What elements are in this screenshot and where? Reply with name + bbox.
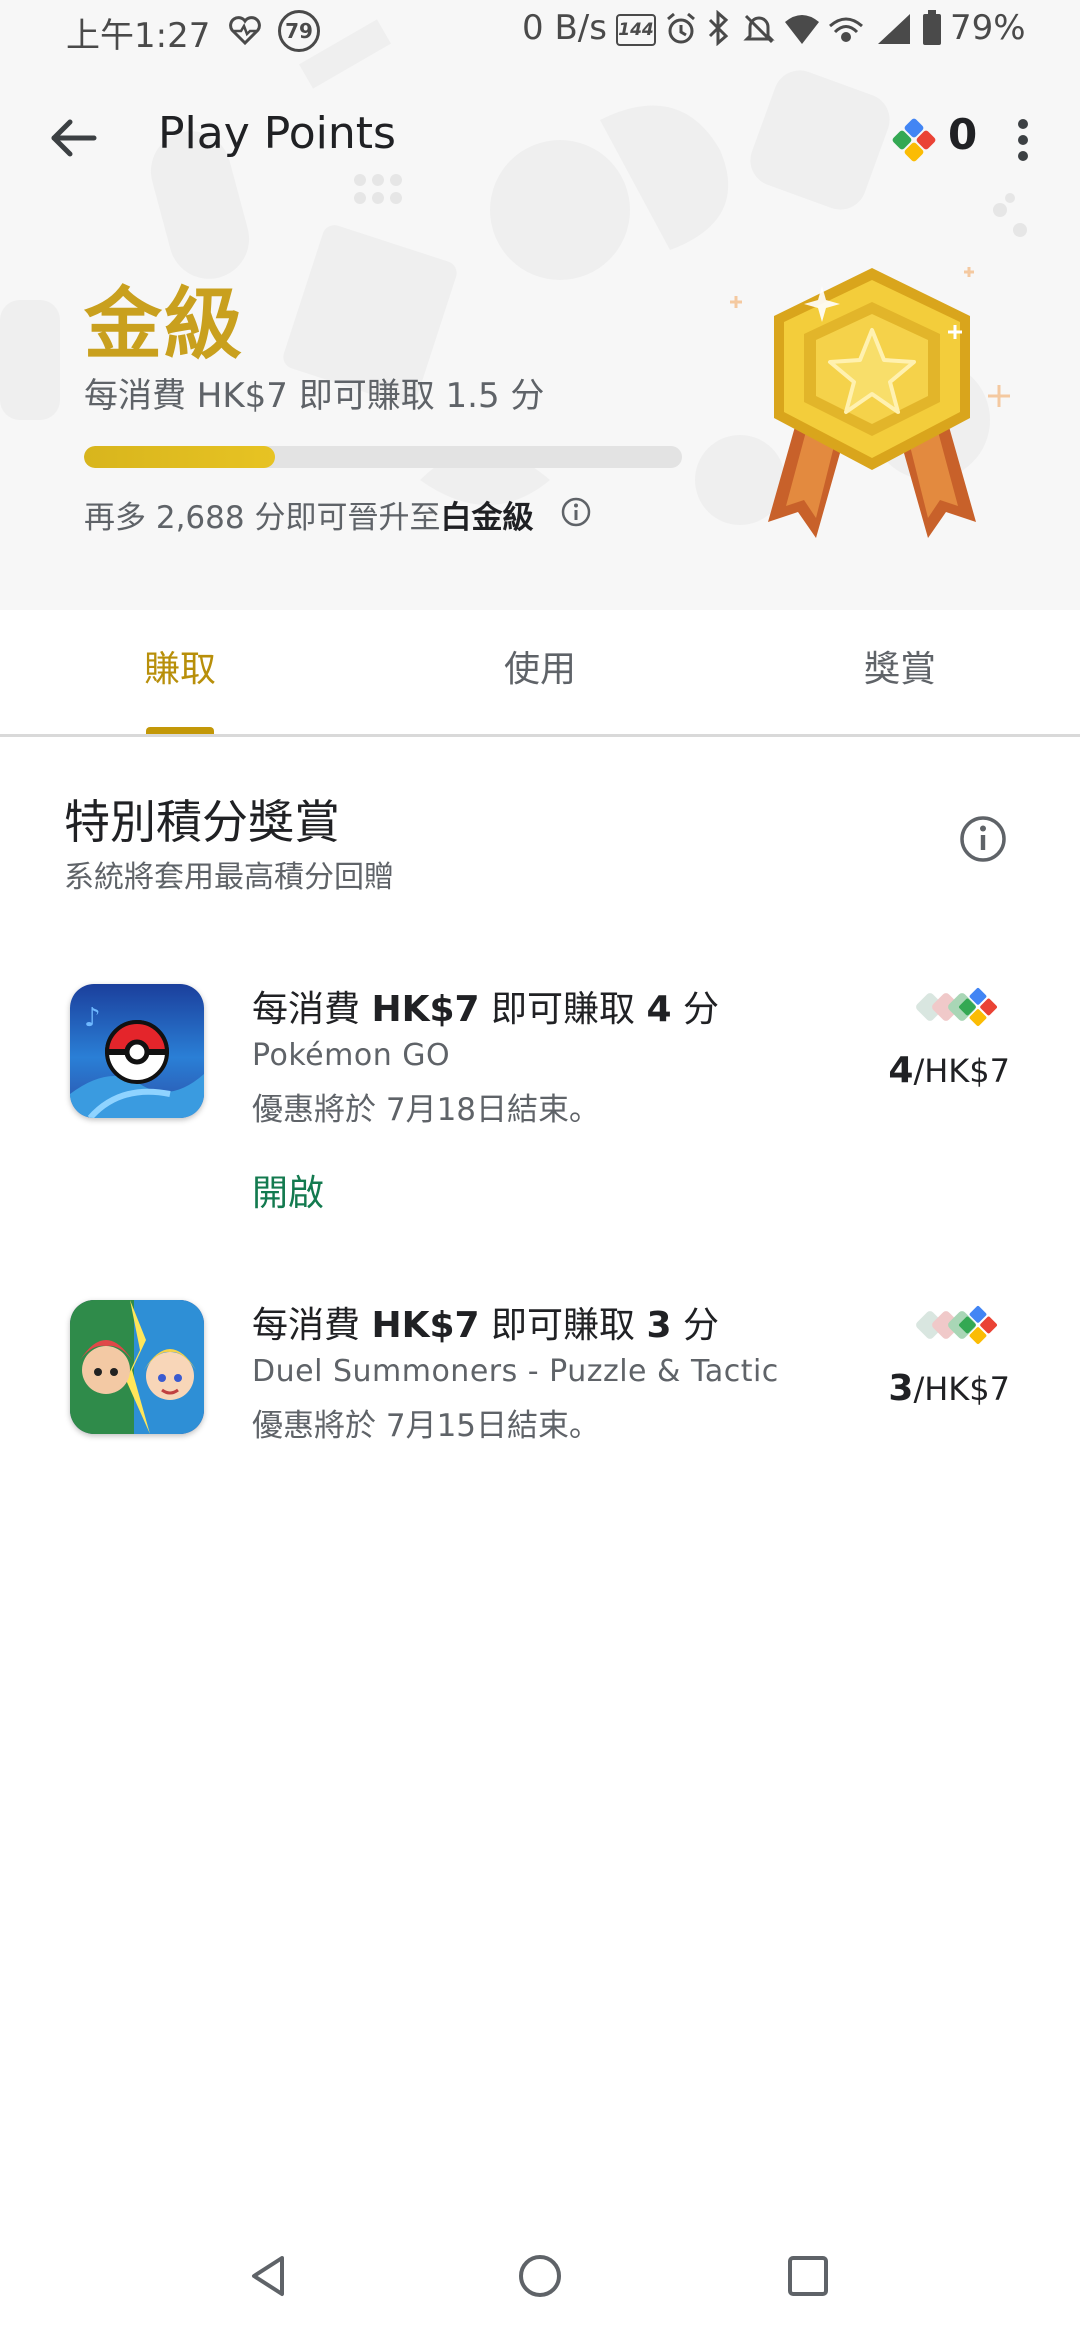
offer-title-prefix: 每消費 (252, 989, 372, 1030)
offer-title-points: 3 (646, 1305, 672, 1346)
tab-earn[interactable]: 賺取 (0, 640, 360, 692)
alarm-icon (667, 12, 695, 44)
points-diamond-icon (916, 988, 997, 1026)
offer-title-amount: HK$7 (371, 1305, 480, 1346)
status-time: 上午1:27 (66, 16, 211, 56)
offer-rate-value: 4 (888, 1050, 914, 1091)
nav-back-icon[interactable] (240, 2246, 300, 2306)
nav-recents-icon[interactable] (778, 2246, 838, 2306)
offer-title-amount: HK$7 (371, 989, 480, 1030)
svg-text:♪: ♪ (84, 1003, 101, 1033)
battery-level: 79% (950, 8, 1026, 48)
heart-rate-icon (229, 16, 261, 46)
nav-home-icon[interactable] (510, 2246, 570, 2306)
offer-rate-unit: /HK$7 (913, 1052, 1010, 1090)
offer-app-name: Duel Summoners - Puzzle & Tactic (252, 1354, 779, 1389)
next-tier-prefix: 再多 2,688 分即可晉升至 (84, 500, 441, 536)
section-subtitle: 系統將套用最高積分回贈 (64, 860, 394, 895)
offer-title-mid: 即可賺取 (479, 989, 647, 1030)
wifi-icon (785, 15, 819, 44)
section-info-icon[interactable] (958, 814, 1008, 864)
offer-title-mid: 即可賺取 (479, 1305, 647, 1346)
offer-title-suffix: 分 (671, 989, 719, 1030)
offer-rate: 3/HK$7 (888, 1368, 1010, 1409)
tier-name: 金級 (84, 280, 245, 370)
offer-end-date: 優惠將於 7月18日結束。 (252, 1092, 601, 1128)
offer-title: 每消費 HK$7 即可賺取 4 分 (252, 980, 719, 1032)
refresh-rate-badge: 144 (616, 14, 656, 46)
mute-bell-icon (743, 14, 775, 44)
section-title: 特別積分獎賞 (64, 795, 340, 849)
hotspot-icon (829, 17, 863, 42)
tier-earn-rate: 每消費 HK$7 即可賺取 1.5 分 (84, 376, 545, 416)
next-tier-info: 再多 2,688 分即可晉升至白金級 (84, 492, 533, 537)
open-app-button[interactable]: 開啟 (252, 1164, 324, 1216)
offer-app-name: Pokémon GO (252, 1038, 451, 1073)
offer-title-suffix: 分 (671, 1305, 719, 1346)
network-speed: 0 B/s (522, 8, 607, 48)
duel-summoners-art (70, 1300, 204, 1434)
tier-info-icon[interactable] (560, 496, 592, 528)
points-diamond-icon (916, 1306, 997, 1344)
cellular-signal-icon (878, 14, 910, 44)
tab-use[interactable]: 使用 (360, 640, 720, 692)
gold-medal-icon (730, 267, 1010, 538)
back-arrow-icon[interactable] (44, 108, 104, 168)
tier-progress-bar (84, 446, 682, 468)
points-balance[interactable]: 0 (948, 110, 977, 159)
next-tier-name: 白金級 (440, 500, 534, 536)
offer-rate: 4/HK$7 (888, 1050, 1010, 1091)
pokeball-icon: ♪ (70, 984, 204, 1118)
offer-title: 每消費 HK$7 即可賺取 3 分 (252, 1296, 719, 1348)
page-title: Play Points (158, 108, 396, 159)
offer-rate-unit: /HK$7 (913, 1370, 1010, 1408)
offer-title-points: 4 (646, 989, 672, 1030)
tab-rewards[interactable]: 獎賞 (720, 640, 1080, 692)
battery-icon (923, 10, 941, 45)
tabs-divider (0, 734, 1080, 737)
notification-badge: 79 (278, 10, 320, 52)
duel-summoners-app-icon[interactable] (70, 1300, 204, 1434)
tier-progress-fill (84, 446, 276, 468)
offer-rate-value: 3 (888, 1368, 914, 1409)
play-points-icon[interactable] (888, 114, 940, 166)
more-options-icon[interactable] (1008, 110, 1038, 170)
offer-title-prefix: 每消費 (252, 1305, 372, 1346)
bluetooth-icon (708, 10, 729, 46)
offer-end-date: 優惠將於 7月15日結束。 (252, 1408, 601, 1444)
pokemon-go-app-icon[interactable]: ♪ (70, 984, 204, 1118)
